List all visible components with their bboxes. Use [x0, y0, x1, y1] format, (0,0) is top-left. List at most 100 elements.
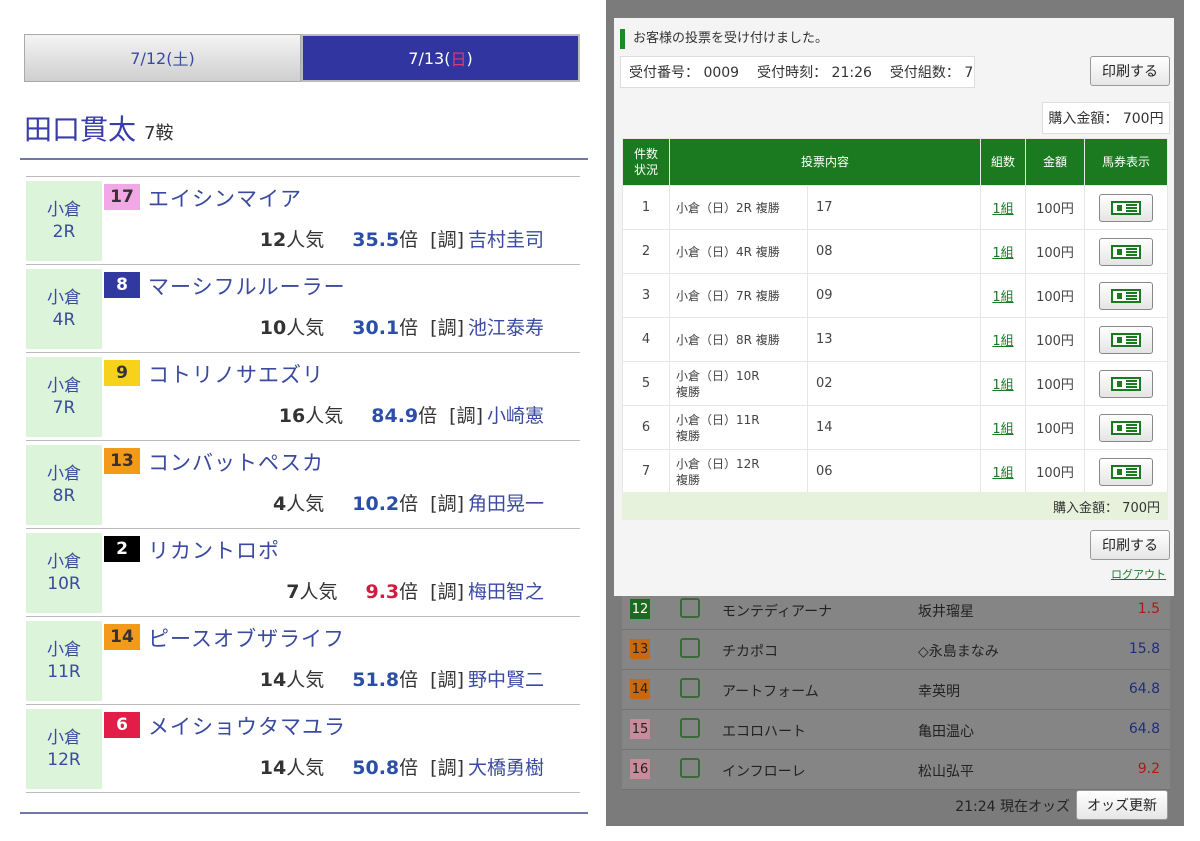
bet-amount: 100円 [1025, 449, 1085, 494]
header-divider [20, 158, 588, 160]
bet-race-l1: 小倉（日）7R 複勝 [676, 288, 780, 303]
bet-number: 4 [622, 317, 670, 362]
tab-date-saturday[interactable]: 7/12(土) [24, 34, 301, 82]
odds-checkbox[interactable] [680, 718, 700, 738]
ticket-view-button[interactable] [1099, 413, 1153, 442]
popularity-rank: 7 [286, 581, 300, 603]
bet-selection: 02 [807, 361, 981, 406]
odds-value: 9.3 [365, 581, 400, 603]
ride-row[interactable]: 小倉 10R 2 リカントロポ 7人気 9.3倍 [調] 梅田智之 [26, 528, 580, 616]
horse-name[interactable]: メイショウタマユラ [148, 711, 346, 741]
popularity-rank: 14 [259, 757, 287, 779]
ticket-view-button[interactable] [1099, 369, 1153, 398]
col-content: 投票内容 [669, 138, 981, 186]
ticket-view-button[interactable] [1099, 193, 1153, 222]
race-place: 小倉 [47, 376, 81, 396]
odds-unit: 倍 [399, 493, 419, 515]
bet-race-l1: 小倉（日）10R [676, 368, 760, 383]
trainer-name[interactable]: 野中賢二 [468, 665, 544, 692]
odds-horse-name: モンテディアーナ [722, 604, 833, 620]
bets-table-header: 件数 状況 投票内容 組数 金額 馬券表示 [622, 138, 1168, 186]
bet-row: 7 小倉（日）12R 複勝 06 1組 100円 [622, 449, 1168, 494]
horse-name[interactable]: エイシンマイア [148, 183, 302, 213]
popularity: 12人気 [260, 225, 324, 252]
logout-link[interactable]: ログアウト [1111, 566, 1166, 582]
bet-selection: 06 [807, 449, 981, 494]
ride-row[interactable]: 小倉 2R 17 エイシンマイア 12人気 35.5倍 [調] 吉村圭司 [26, 176, 580, 264]
trainer-name[interactable]: 角田晃一 [468, 489, 544, 516]
ride-row[interactable]: 小倉 12R 6 メイショウタマユラ 14人気 50.8倍 [調] 大橋勇樹 [26, 704, 580, 793]
tab-date-sunday[interactable]: 7/13(日) [301, 34, 580, 82]
bet-amount: 100円 [1025, 405, 1085, 450]
trainer-name[interactable]: 小崎憲 [487, 401, 544, 428]
print-button-bottom[interactable]: 印刷する [1090, 530, 1170, 560]
bet-race: 小倉（日）8R 複勝 [669, 317, 808, 362]
odds-update-time: 21:24 現在オッズ [955, 799, 1070, 815]
ticket-view-button[interactable] [1099, 325, 1153, 354]
horse-name[interactable]: コンバットペスカ [148, 447, 324, 477]
popularity-unit: 人気 [305, 405, 344, 427]
horse-name[interactable]: マーシフルルーラー [148, 271, 346, 301]
odds-value: 10.2 [352, 493, 400, 515]
bet-amount: 100円 [1025, 185, 1085, 230]
horse-name[interactable]: ピースオブザライフ [148, 623, 345, 653]
bet-row: 3 小倉（日）7R 複勝 09 1組 100円 [622, 273, 1168, 318]
horse-number-badge: 6 [104, 712, 140, 738]
odds: 9.3倍 [365, 577, 418, 604]
popularity: 7人気 [286, 577, 337, 604]
bet-kumi-link[interactable]: 1組 [992, 334, 1013, 349]
ride-row[interactable]: 小倉 7R 9 コトリノサエズリ 16人気 84.9倍 [調] 小崎憲 [26, 352, 580, 440]
bet-kumi-link[interactable]: 1組 [992, 422, 1013, 437]
popularity-rank: 12 [259, 229, 287, 251]
bet-race: 小倉（日）10R 複勝 [669, 361, 808, 406]
bets-table: 件数 状況 投票内容 組数 金額 馬券表示 1 小倉（日）2R 複勝 17 1組 100円… [622, 138, 1168, 494]
bet-race-l2: 複勝 [676, 428, 701, 443]
trainer-tag: [調] [430, 669, 464, 691]
odds-update-button[interactable]: オッズ更新 [1076, 790, 1168, 820]
trainer-name[interactable]: 梅田智之 [468, 577, 544, 604]
bet-number: 3 [622, 273, 670, 318]
bet-kumi-link[interactable]: 1組 [992, 466, 1013, 481]
bet-kumi-link[interactable]: 1組 [992, 202, 1013, 217]
bet-amount: 100円 [1025, 317, 1085, 362]
horse-name[interactable]: リカントロポ [148, 535, 280, 565]
odds-checkbox[interactable] [680, 598, 700, 618]
ride-count: 7鞍 [144, 123, 174, 144]
trainer-name[interactable]: 大橋勇樹 [468, 753, 544, 780]
print-button-top[interactable]: 印刷する [1090, 56, 1170, 86]
horse-name[interactable]: コトリノサエズリ [148, 359, 324, 389]
bet-selection: 13 [807, 317, 981, 362]
trainer-name[interactable]: 池江泰寿 [468, 313, 544, 340]
vote-accepted-message: お客様の投票を受け付けました。 [620, 29, 828, 49]
bet-race: 小倉（日）2R 複勝 [669, 185, 808, 230]
ticket-view-button[interactable] [1099, 237, 1153, 266]
bet-kumi-link[interactable]: 1組 [992, 378, 1013, 393]
ride-stats: 16人気 84.9倍 [調] 小崎憲 [279, 401, 544, 428]
tab-day: 日 [450, 50, 467, 69]
popularity-unit: 人気 [299, 581, 338, 603]
popularity-unit: 人気 [286, 669, 325, 691]
odds-value: 9.2 [1137, 761, 1160, 777]
ride-row[interactable]: 小倉 11R 14 ピースオブザライフ 14人気 51.8倍 [調] 野中賢二 [26, 616, 580, 704]
bet-kumi-link[interactable]: 1組 [992, 290, 1013, 305]
ticket-view-button[interactable] [1099, 457, 1153, 486]
ride-stats: 12人気 35.5倍 [調] 吉村圭司 [260, 225, 544, 252]
odds-checkbox[interactable] [680, 678, 700, 698]
odds-checkbox[interactable] [680, 758, 700, 778]
trainer-name[interactable]: 吉村圭司 [468, 225, 544, 252]
odds-checkbox[interactable] [680, 638, 700, 658]
popularity-rank: 10 [259, 317, 287, 339]
odds: 10.2倍 [352, 489, 418, 516]
bet-kumi-cell: 1組 [980, 317, 1026, 362]
odds-jockey: 坂井瑠星 [918, 604, 974, 620]
bet-selection: 09 [807, 273, 981, 318]
ride-row[interactable]: 小倉 4R 8 マーシフルルーラー 10人気 30.1倍 [調] 池江泰寿 [26, 264, 580, 352]
odds-value: 35.5 [352, 229, 400, 251]
race-number: 4R [52, 310, 76, 330]
receipt-count: 受付組数： 7 [889, 65, 974, 81]
ticket-view-button[interactable] [1099, 281, 1153, 310]
bet-kumi-link[interactable]: 1組 [992, 246, 1013, 261]
odds-row: 12 モンテディアーナ 坂井瑠星 1.5 [622, 590, 1170, 630]
odds-value: 51.8 [352, 669, 400, 691]
ride-row[interactable]: 小倉 8R 13 コンバットペスカ 4人気 10.2倍 [調] 角田晃一 [26, 440, 580, 528]
